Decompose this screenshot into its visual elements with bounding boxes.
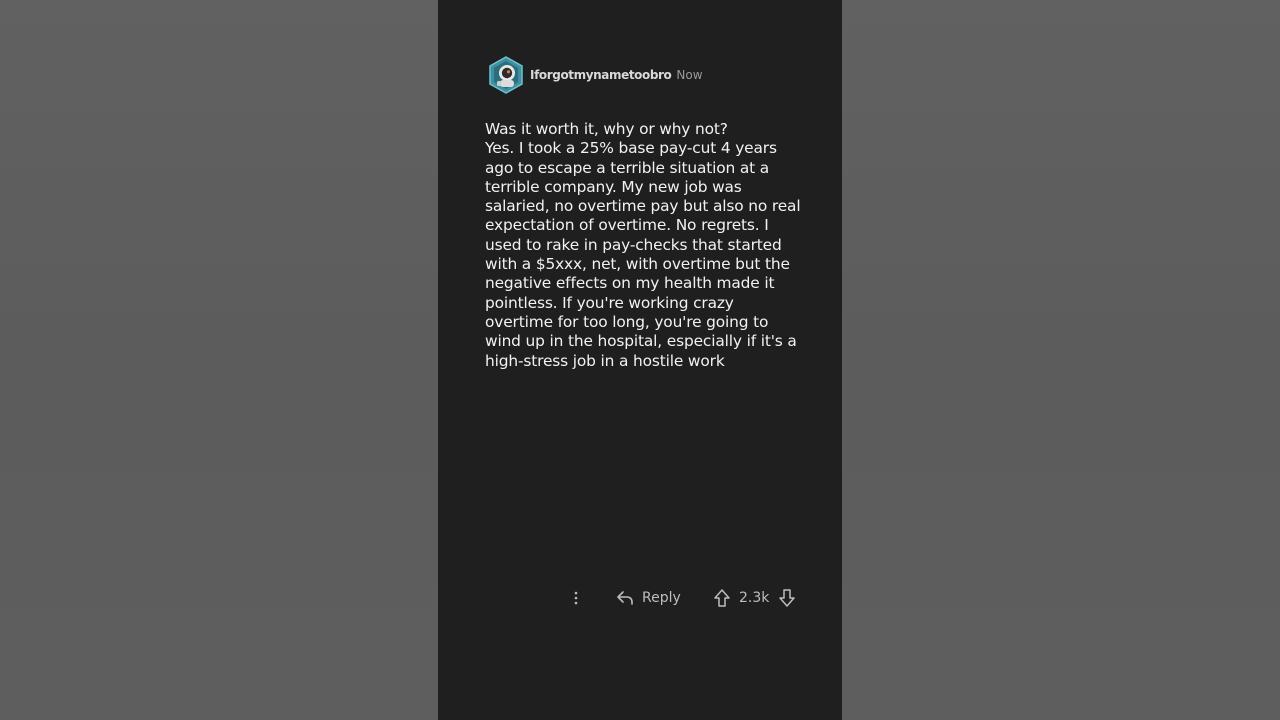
downvote-button[interactable] bbox=[777, 587, 797, 609]
reply-label: Reply bbox=[642, 590, 681, 606]
comment-actions: Reply 2.3k bbox=[438, 584, 842, 612]
astronaut-avatar-icon bbox=[489, 56, 523, 94]
timestamp: Now bbox=[676, 68, 703, 82]
right-background bbox=[842, 0, 1280, 720]
avatar[interactable] bbox=[488, 56, 524, 94]
upvote-arrow-icon bbox=[714, 589, 730, 607]
username[interactable]: Iforgotmynametoobro bbox=[530, 68, 672, 82]
left-background bbox=[0, 0, 438, 720]
vote-count: 2.3k bbox=[739, 590, 770, 606]
more-vertical-icon bbox=[574, 591, 578, 605]
downvote-arrow-icon bbox=[779, 589, 796, 607]
reply-arrow-icon bbox=[617, 591, 633, 605]
reply-button[interactable]: Reply bbox=[616, 586, 681, 610]
upvote-button[interactable] bbox=[712, 587, 732, 609]
comment-body: Was it worth it, why or why not? Yes. I … bbox=[485, 120, 801, 370]
comment-header: Iforgotmynametoobro Now bbox=[488, 56, 703, 94]
vote-group: 2.3k bbox=[712, 586, 797, 610]
comment-card: Iforgotmynametoobro Now Was it worth it,… bbox=[438, 0, 842, 720]
more-options-button[interactable] bbox=[568, 588, 584, 608]
